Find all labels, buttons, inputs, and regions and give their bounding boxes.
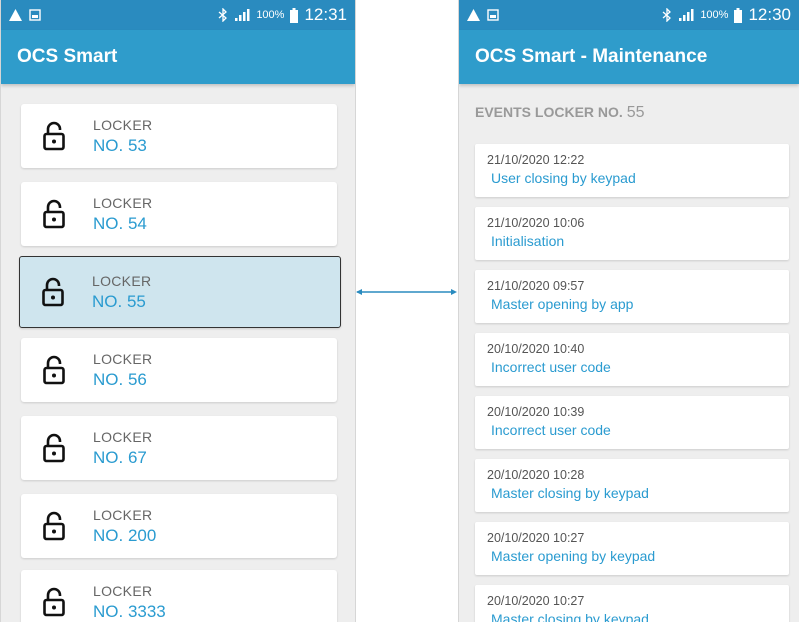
connector-arrow xyxy=(356,289,457,295)
app-title: OCS Smart xyxy=(17,46,118,67)
connector-arrowhead-left xyxy=(356,289,362,295)
app-bar: OCS Smart xyxy=(1,30,355,84)
app-bar: OCS Smart - Maintenance xyxy=(459,30,799,84)
app-title: OCS Smart - Maintenance xyxy=(475,46,708,67)
connector-arrowhead-right xyxy=(451,289,457,295)
